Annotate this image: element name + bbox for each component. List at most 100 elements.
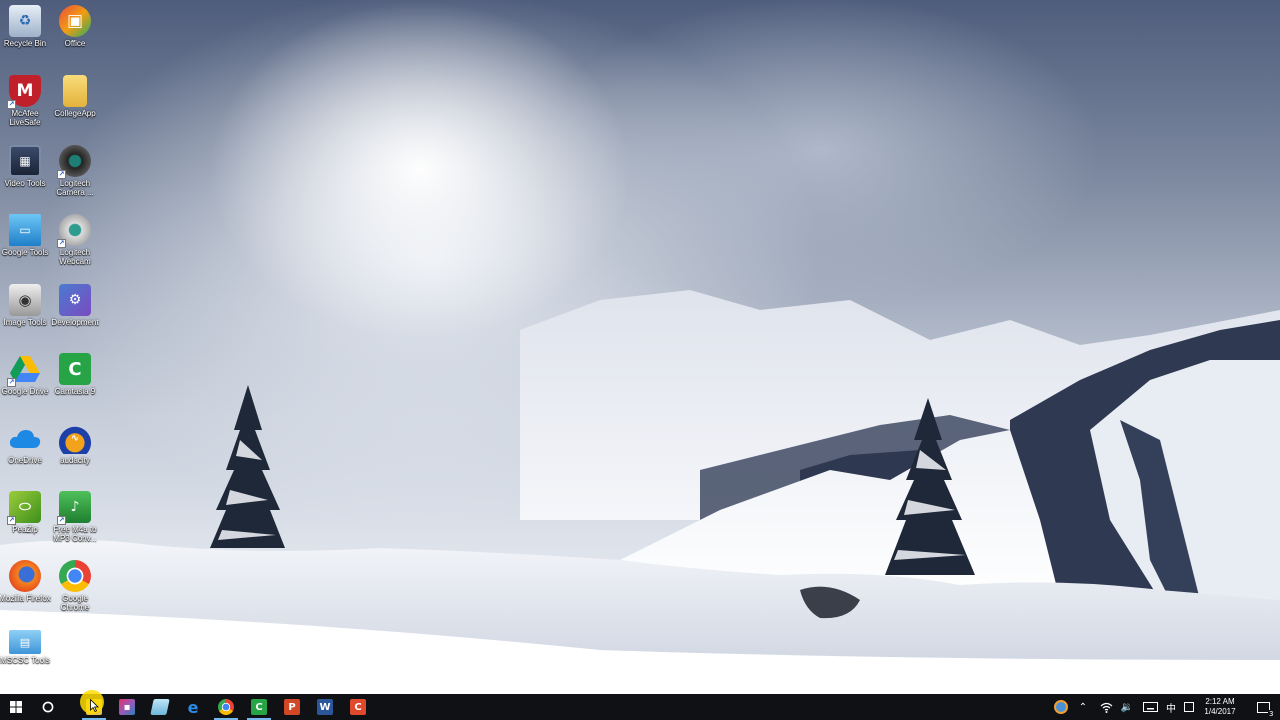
- onedrive-tray-icon: [1054, 700, 1068, 714]
- desktop-icon-logitech-webcam[interactable]: ↗ Logitech Webcam: [50, 214, 100, 266]
- chevron-up-icon: ⌃: [1078, 701, 1088, 713]
- desktop-icon-label: Office: [64, 39, 86, 48]
- firefox-icon: [9, 560, 41, 592]
- desktop-wallpaper: [0, 0, 1280, 694]
- desktop-icon-label: Google Chrome: [60, 594, 90, 612]
- desktop-icon-label: Mozilla Firefox: [0, 594, 51, 603]
- camtasia-recorder-icon: C: [350, 699, 366, 715]
- desktop-icon-mcafee[interactable]: M ↗ McAfee LiveSafe: [0, 75, 50, 127]
- chrome-icon: [218, 699, 234, 715]
- mcafee-icon: M ↗: [7, 75, 41, 109]
- audacity-icon: ∿: [59, 422, 91, 454]
- desktop-icon-label: OneDrive: [8, 456, 42, 465]
- snowy-mountain-scene: [0, 290, 1280, 694]
- tray-app-icon[interactable]: [1050, 694, 1072, 720]
- desktop-icon-logitech-camera[interactable]: ↗ Logitech Camera ...: [50, 145, 100, 197]
- desktop-icon-label: Image Tools: [3, 318, 47, 327]
- taskbar-store[interactable]: ▪: [111, 694, 143, 720]
- google-drive-icon: ↗: [7, 353, 41, 387]
- desktop-icon-camtasia[interactable]: C Camtasia 9: [50, 353, 100, 396]
- desktop-icon-firefox[interactable]: Mozilla Firefox: [0, 560, 51, 603]
- desktop-icon-video-tools[interactable]: ▦ Video Tools: [0, 145, 50, 188]
- desktop-icon-label: MSCSC Tools: [0, 656, 50, 665]
- desktop-icon-onedrive[interactable]: OneDrive: [0, 422, 50, 465]
- desktop-icon-label: McAfee LiveSafe: [9, 109, 41, 127]
- taskbar-notepad[interactable]: [144, 694, 176, 720]
- desktop-icon-label: Camtasia 9: [54, 387, 96, 396]
- start-icon: [10, 701, 22, 713]
- desktop-icon-label: CollegeApp: [54, 109, 96, 118]
- tray-extra-button[interactable]: [1181, 694, 1197, 720]
- folder-icon: [63, 75, 87, 107]
- peazip-icon: ⬭ ↗: [7, 491, 41, 525]
- network-button[interactable]: [1096, 694, 1116, 720]
- shortcut-arrow-icon: ↗: [7, 100, 16, 109]
- ime-mode-icon: [1184, 702, 1194, 712]
- show-hidden-icons-button[interactable]: ⌃: [1074, 694, 1092, 720]
- cortana-search-button[interactable]: [32, 694, 64, 720]
- shortcut-arrow-icon: ↗: [57, 516, 66, 525]
- mscsc-tools-icon: ▤: [9, 630, 41, 654]
- desktop-icon-office[interactable]: ▣ Office: [50, 5, 100, 48]
- desktop-icon-label: Logitech Webcam: [59, 248, 91, 266]
- taskbar-camtasia[interactable]: C: [243, 694, 275, 720]
- desktop-icon-development[interactable]: ⚙ Development: [50, 284, 100, 327]
- touch-keyboard-button[interactable]: [1139, 694, 1161, 720]
- desktop-icon-label: Free M4a to MP3 Conv...: [53, 525, 97, 543]
- webcam-icon: ↗: [57, 214, 91, 248]
- taskbar: ▪ e C P W C ⌃ 🔉 中 2:12 AM 1/4/2017 3: [0, 694, 1280, 720]
- shortcut-arrow-icon: ↗: [7, 516, 16, 525]
- shortcut-arrow-icon: ↗: [57, 239, 66, 248]
- desktop-icon-label: audacity: [60, 456, 90, 465]
- desktop-icon-image-tools[interactable]: ◉ Image Tools: [0, 284, 50, 327]
- desktop-icon-free-m4a-to-mp3[interactable]: ♪ ↗ Free M4a to MP3 Conv...: [50, 491, 100, 543]
- desktop-icon-audacity[interactable]: ∿ audacity: [50, 422, 100, 465]
- notification-count-badge: 3: [1268, 709, 1275, 718]
- desktop-icon-collegeapp[interactable]: CollegeApp: [50, 75, 100, 118]
- development-icon: ⚙: [59, 284, 91, 316]
- google-tools-icon: ▭: [9, 214, 41, 246]
- keyboard-icon: [1142, 702, 1158, 712]
- powerpoint-icon: P: [284, 699, 300, 715]
- desktop-icon-label: PeaZip: [12, 525, 38, 534]
- desktop-icon-label: Logitech Camera ...: [56, 179, 94, 197]
- converter-icon: ♪ ↗: [57, 491, 91, 525]
- recycle-bin-icon: ♻: [9, 5, 41, 37]
- start-button[interactable]: [0, 694, 32, 720]
- action-center-button[interactable]: 3: [1248, 694, 1278, 720]
- taskbar-chrome[interactable]: [210, 694, 242, 720]
- notification-icon: 3: [1256, 701, 1275, 718]
- edge-icon: e: [187, 697, 199, 717]
- volume-button[interactable]: 🔉: [1117, 694, 1137, 720]
- desktop-icon-label: Google Tools: [1, 248, 49, 257]
- desktop-icon-label: Recycle Bin: [3, 39, 47, 48]
- desktop-icon-chrome[interactable]: Google Chrome: [50, 560, 100, 612]
- input-method-button[interactable]: 中: [1162, 694, 1180, 720]
- ime-indicator: 中: [1166, 703, 1176, 715]
- clock-time: 2:12 AM: [1205, 697, 1235, 706]
- desktop-icon-label: Development: [51, 318, 99, 327]
- desktop-icon-peazip[interactable]: ⬭ ↗ PeaZip: [0, 491, 50, 534]
- clock-button[interactable]: 2:12 AM 1/4/2017: [1197, 694, 1243, 720]
- onedrive-icon: [9, 422, 41, 454]
- taskbar-camtasia-recorder[interactable]: C: [342, 694, 374, 720]
- speaker-icon: 🔉: [1120, 701, 1134, 713]
- office-icon: ▣: [59, 5, 91, 37]
- taskbar-word[interactable]: W: [309, 694, 341, 720]
- desktop-icon-label: Video Tools: [4, 179, 46, 188]
- chrome-icon: [59, 560, 91, 592]
- desktop-icon-recycle-bin[interactable]: ♻ Recycle Bin: [0, 5, 50, 48]
- desktop-icon-label: Google Drive: [1, 387, 49, 396]
- desktop-icon-google-drive[interactable]: ↗ Google Drive: [0, 353, 50, 396]
- clock-date: 1/4/2017: [1204, 707, 1236, 716]
- cortana-icon: [42, 701, 54, 713]
- camtasia-icon: C: [251, 699, 267, 715]
- desktop-icon-mscsc-tools[interactable]: ▤ MSCSC Tools: [0, 630, 50, 665]
- shortcut-arrow-icon: ↗: [57, 170, 66, 179]
- taskbar-edge[interactable]: e: [177, 694, 209, 720]
- notepad-icon: [150, 699, 170, 715]
- webcam-icon: ↗: [57, 145, 91, 179]
- taskbar-powerpoint[interactable]: P: [276, 694, 308, 720]
- desktop-icon-google-tools[interactable]: ▭ Google Tools: [0, 214, 50, 257]
- store-icon: ▪: [119, 699, 135, 715]
